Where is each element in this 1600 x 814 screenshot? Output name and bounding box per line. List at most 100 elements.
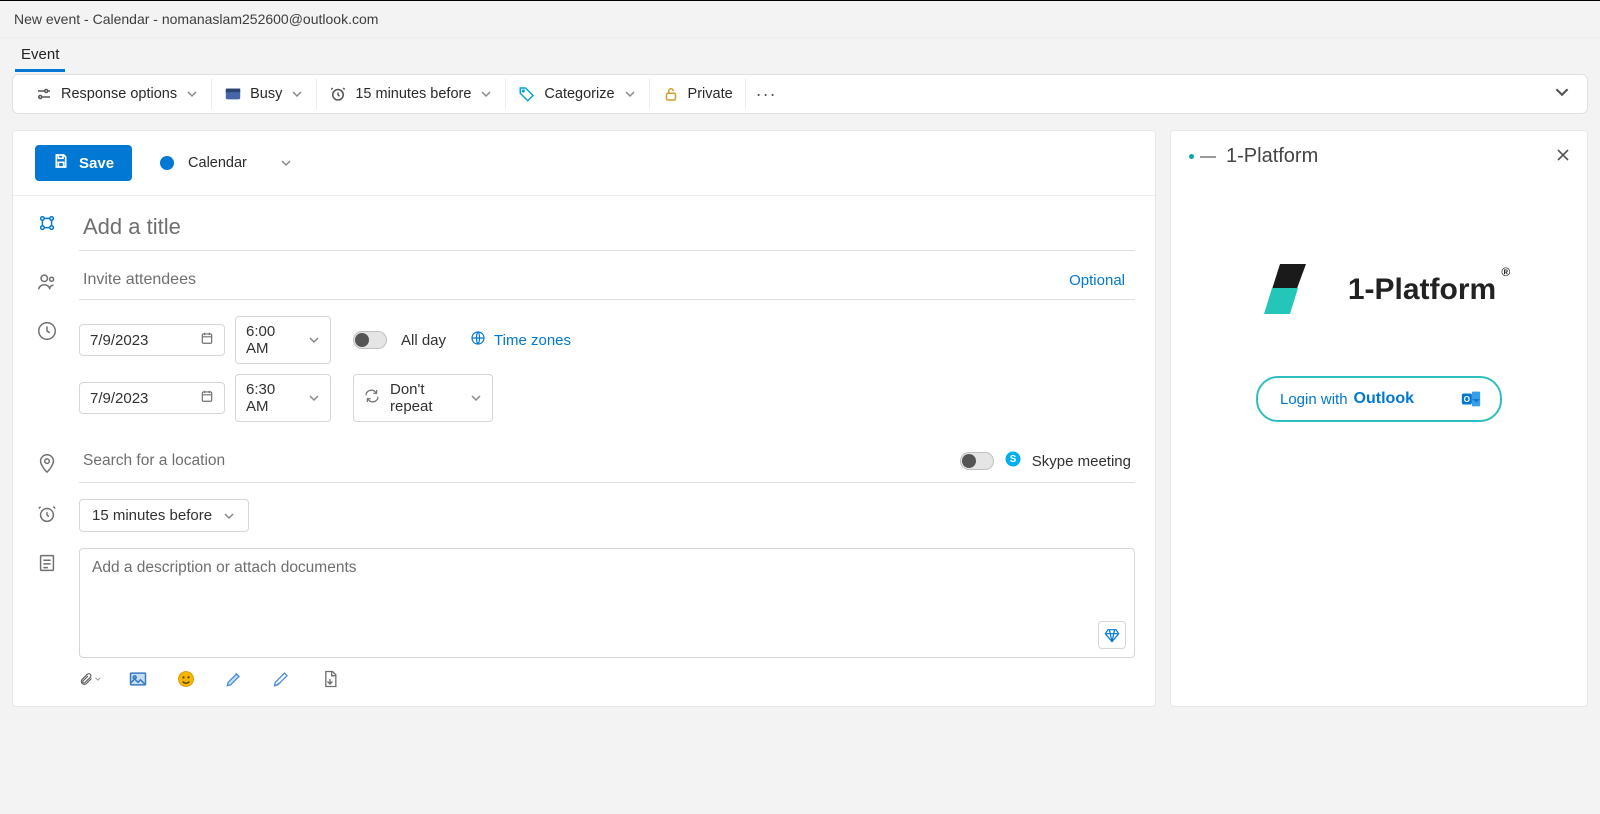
chevron-down-icon bbox=[290, 87, 304, 101]
repeat-icon bbox=[364, 388, 380, 408]
skype-label: Skype meeting bbox=[1032, 453, 1131, 470]
addin-side-panel: 1-Platform 1-Platform ® Login with Outlo… bbox=[1170, 130, 1588, 707]
location-row: S Skype meeting bbox=[13, 436, 1155, 487]
time-zones-label: Time zones bbox=[494, 332, 571, 349]
start-date-value: 7/9/2023 bbox=[90, 332, 148, 349]
panel-title: 1-Platform bbox=[1226, 145, 1318, 168]
start-date-input[interactable]: 7/9/2023 bbox=[79, 324, 225, 356]
attendees-input[interactable] bbox=[83, 271, 1069, 289]
chevron-down-icon bbox=[185, 87, 199, 101]
datetime-row: 7/9/2023 6:00 AM All day Time zones bbox=[13, 304, 1155, 436]
login-with-outlook-button[interactable]: Login with Outlook O bbox=[1256, 376, 1502, 422]
svg-text:S: S bbox=[1010, 454, 1017, 465]
calendar-icon bbox=[200, 389, 214, 407]
calendar-color-dot bbox=[160, 156, 174, 170]
globe-icon bbox=[470, 330, 486, 350]
premium-diamond-button[interactable] bbox=[1098, 621, 1126, 649]
private-button[interactable]: Private bbox=[650, 79, 746, 109]
panel-close-button[interactable] bbox=[1553, 145, 1573, 165]
sliders-icon bbox=[35, 85, 53, 103]
end-time-input[interactable]: 6:30 AM bbox=[235, 374, 331, 422]
title-icon bbox=[35, 212, 59, 234]
response-options-label: Response options bbox=[61, 86, 177, 102]
chevron-down-icon bbox=[470, 391, 482, 405]
insert-image-button[interactable] bbox=[127, 668, 149, 690]
window-title: New event - Calendar - nomanaslam252600@… bbox=[14, 11, 378, 27]
end-date-value: 7/9/2023 bbox=[90, 390, 148, 407]
chevron-down-icon bbox=[307, 333, 320, 347]
save-label: Save bbox=[79, 155, 114, 172]
svg-text:O: O bbox=[1464, 395, 1471, 404]
highlight-button[interactable] bbox=[223, 668, 245, 690]
busy-label: Busy bbox=[250, 86, 282, 102]
description-row: Add a description or attach documents bbox=[13, 536, 1155, 658]
save-row: Save Calendar bbox=[13, 131, 1155, 196]
categorize-button[interactable]: Categorize bbox=[506, 79, 649, 109]
skype-icon: S bbox=[1004, 450, 1022, 472]
clock-icon bbox=[35, 320, 59, 342]
skype-toggle[interactable] bbox=[960, 452, 994, 470]
title-row bbox=[13, 196, 1155, 255]
outlook-icon: O bbox=[1460, 388, 1482, 410]
draw-button[interactable] bbox=[271, 668, 293, 690]
window-title-bar: New event - Calendar - nomanaslam252600@… bbox=[0, 0, 1600, 38]
panel-header: 1-Platform bbox=[1189, 145, 1569, 168]
save-button[interactable]: Save bbox=[35, 145, 132, 181]
tab-event[interactable]: Event bbox=[15, 40, 65, 72]
alarm-icon bbox=[329, 85, 347, 103]
categorize-label: Categorize bbox=[544, 86, 614, 102]
chevron-down-icon bbox=[623, 87, 637, 101]
reminder-value: 15 minutes before bbox=[92, 507, 212, 524]
save-icon bbox=[53, 153, 69, 173]
private-label: Private bbox=[688, 86, 733, 102]
attendees-row: Optional bbox=[13, 255, 1155, 304]
calendar-selector[interactable]: Calendar bbox=[160, 155, 293, 171]
people-icon bbox=[35, 271, 59, 293]
response-options-button[interactable]: Response options bbox=[23, 79, 212, 109]
time-zones-link[interactable]: Time zones bbox=[470, 330, 571, 350]
busy-icon bbox=[224, 85, 242, 103]
registered-mark: ® bbox=[1501, 265, 1510, 279]
attach-button[interactable] bbox=[79, 668, 101, 690]
end-date-input[interactable]: 7/9/2023 bbox=[79, 382, 225, 414]
lock-open-icon bbox=[662, 85, 680, 103]
description-input[interactable]: Add a description or attach documents bbox=[79, 548, 1135, 658]
location-icon bbox=[35, 452, 59, 474]
chevron-down-icon bbox=[307, 391, 320, 405]
location-input[interactable] bbox=[83, 452, 948, 470]
more-options-button[interactable]: ··· bbox=[746, 80, 787, 109]
repeat-selector[interactable]: Don't repeat bbox=[353, 374, 493, 422]
start-time-value: 6:00 AM bbox=[246, 323, 297, 357]
notes-icon bbox=[35, 552, 59, 574]
reminder-ribbon-button[interactable]: 15 minutes before bbox=[317, 79, 506, 109]
start-time-input[interactable]: 6:00 AM bbox=[235, 316, 331, 364]
event-form-card: Save Calendar Optional bbox=[12, 130, 1156, 707]
emoji-button[interactable] bbox=[175, 668, 197, 690]
chevron-down-icon bbox=[479, 87, 493, 101]
reminder-row: 15 minutes before bbox=[13, 487, 1155, 536]
calendar-icon bbox=[200, 331, 214, 349]
platform-logo-text: 1-Platform bbox=[1348, 273, 1496, 306]
login-prefix: Login with bbox=[1280, 391, 1348, 408]
ribbon-expand-button[interactable] bbox=[1547, 85, 1577, 104]
chevron-down-icon bbox=[279, 156, 293, 170]
tab-row: Event bbox=[0, 38, 1600, 72]
reminder-ribbon-label: 15 minutes before bbox=[355, 86, 471, 102]
optional-link[interactable]: Optional bbox=[1069, 272, 1131, 289]
description-placeholder: Add a description or attach documents bbox=[92, 559, 357, 576]
addin-icon bbox=[1189, 154, 1216, 159]
show-as-busy-button[interactable]: Busy bbox=[212, 79, 317, 109]
chevron-down-icon bbox=[222, 509, 236, 523]
all-day-toggle[interactable] bbox=[353, 331, 387, 349]
end-time-value: 6:30 AM bbox=[246, 381, 297, 415]
platform-logo: 1-Platform ® bbox=[1262, 258, 1496, 322]
repeat-label: Don't repeat bbox=[390, 381, 460, 415]
login-brand: Outlook bbox=[1354, 390, 1414, 408]
event-title-input[interactable] bbox=[79, 208, 1135, 251]
platform-logo-mark bbox=[1262, 258, 1326, 322]
alarm-icon bbox=[35, 503, 59, 525]
all-day-label: All day bbox=[401, 332, 446, 349]
insert-file-button[interactable] bbox=[319, 668, 341, 690]
tag-icon bbox=[518, 85, 536, 103]
reminder-selector[interactable]: 15 minutes before bbox=[79, 499, 249, 532]
